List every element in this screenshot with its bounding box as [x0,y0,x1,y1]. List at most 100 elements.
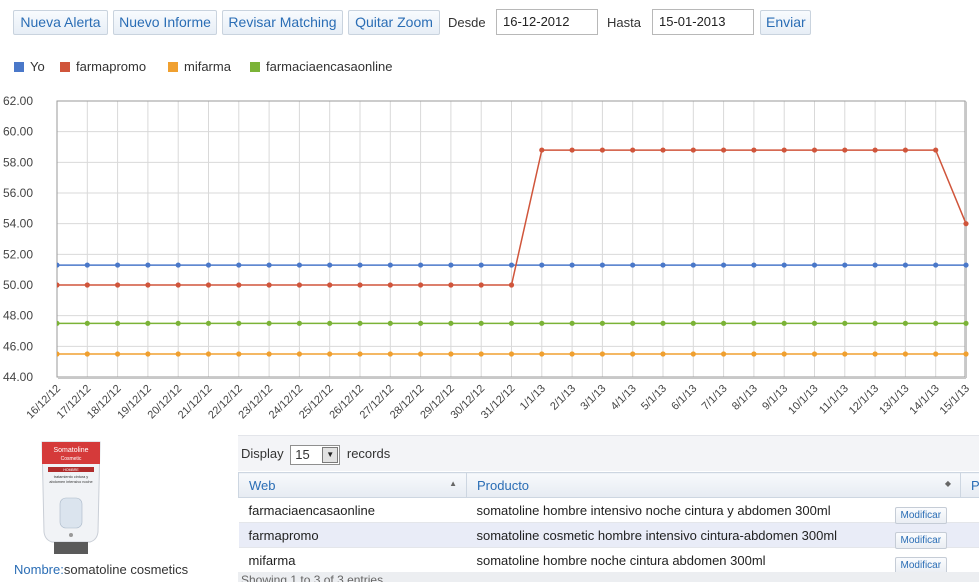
data-point[interactable] [508,262,515,268]
data-point[interactable] [448,262,454,268]
data-point[interactable] [721,262,727,268]
data-point[interactable] [933,147,939,153]
data-point[interactable] [660,147,666,153]
data-point[interactable] [842,262,848,268]
data-point[interactable] [296,282,302,288]
data-point[interactable] [630,262,636,268]
data-point[interactable] [266,282,272,288]
data-point[interactable] [933,320,939,326]
data-point[interactable] [145,262,151,268]
data-point[interactable] [781,147,787,153]
data-point[interactable] [115,262,121,268]
column-header-web[interactable]: Web ▲ [238,472,467,498]
quitar-zoom-button[interactable]: Quitar Zoom [348,10,440,35]
data-point[interactable] [963,351,969,357]
data-point[interactable] [357,351,363,357]
modificar-button[interactable]: Modificar [894,531,948,549]
data-point[interactable] [842,320,848,326]
data-point[interactable] [236,282,242,288]
data-point[interactable] [205,320,212,326]
data-point[interactable] [115,320,121,326]
data-point[interactable] [357,320,363,326]
data-point[interactable] [842,147,848,153]
data-point[interactable] [387,320,393,326]
data-point[interactable] [690,147,696,153]
data-point[interactable] [327,262,333,268]
data-point[interactable] [296,262,302,268]
data-point[interactable] [84,282,90,288]
data-point[interactable] [630,147,636,153]
data-point[interactable] [842,351,848,357]
data-point[interactable] [357,282,363,288]
data-point[interactable] [418,320,424,326]
data-point[interactable] [387,282,393,288]
data-point[interactable] [599,351,606,357]
data-point[interactable] [115,351,121,357]
enviar-button[interactable]: Enviar [760,10,811,35]
data-point[interactable] [205,282,212,288]
column-header-p[interactable]: P [960,472,979,498]
data-point[interactable] [599,147,606,153]
data-point[interactable] [902,351,909,357]
revisar-matching-button[interactable]: Revisar Matching [222,10,343,35]
data-point[interactable] [478,262,484,268]
data-point[interactable] [508,351,515,357]
data-point[interactable] [327,320,333,326]
data-point[interactable] [781,351,787,357]
data-point[interactable] [418,282,424,288]
data-point[interactable] [84,262,90,268]
data-point[interactable] [781,262,787,268]
data-point[interactable] [872,147,878,153]
data-point[interactable] [175,320,181,326]
data-point[interactable] [963,320,969,326]
modificar-button[interactable]: Modificar [894,556,948,574]
data-point[interactable] [387,351,393,357]
desde-input[interactable]: 16-12-2012 [496,9,598,35]
data-point[interactable] [266,262,272,268]
data-point[interactable] [387,262,393,268]
data-point[interactable] [630,351,636,357]
data-point[interactable] [811,262,818,268]
data-point[interactable] [296,320,302,326]
data-point[interactable] [781,320,787,326]
data-point[interactable] [872,262,878,268]
data-point[interactable] [236,320,242,326]
data-point[interactable] [266,351,272,357]
data-point[interactable] [175,351,181,357]
data-point[interactable] [327,282,333,288]
data-point[interactable] [539,351,545,357]
data-point[interactable] [569,262,575,268]
data-point[interactable] [690,320,696,326]
data-point[interactable] [630,320,636,326]
data-point[interactable] [751,262,757,268]
data-point[interactable] [236,351,242,357]
data-point[interactable] [115,282,121,288]
data-point[interactable] [54,351,60,357]
data-point[interactable] [721,351,727,357]
data-point[interactable] [54,282,60,288]
data-point[interactable] [902,320,909,326]
data-point[interactable] [508,320,515,326]
data-point[interactable] [902,147,909,153]
data-point[interactable] [418,351,424,357]
data-point[interactable] [660,351,666,357]
data-point[interactable] [660,320,666,326]
data-point[interactable] [721,147,727,153]
data-point[interactable] [266,320,272,326]
data-point[interactable] [933,262,939,268]
data-point[interactable] [357,262,363,268]
data-point[interactable] [963,262,969,268]
data-point[interactable] [418,262,424,268]
hasta-input[interactable]: 15-01-2013 [652,9,754,35]
data-point[interactable] [478,351,484,357]
data-point[interactable] [296,351,302,357]
data-point[interactable] [84,351,90,357]
data-point[interactable] [872,351,878,357]
data-point[interactable] [751,320,757,326]
data-point[interactable] [84,320,90,326]
data-point[interactable] [478,320,484,326]
data-point[interactable] [811,320,818,326]
data-point[interactable] [448,320,454,326]
data-point[interactable] [448,351,454,357]
data-point[interactable] [205,262,212,268]
